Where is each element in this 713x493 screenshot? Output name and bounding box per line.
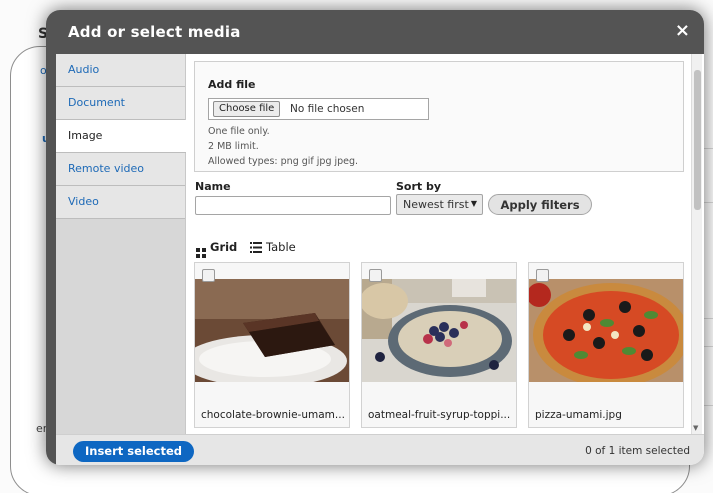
file-status-text: No file chosen xyxy=(290,103,365,115)
media-select-checkbox[interactable] xyxy=(369,269,382,282)
upload-help-text: 2 MB limit. xyxy=(208,141,259,152)
media-filename: oatmeal-fruit-syrup-toppi... xyxy=(368,409,511,421)
scroll-down-icon[interactable]: ▼ xyxy=(693,424,698,432)
media-library-content: Add file Choose file No file chosen One … xyxy=(186,54,691,434)
sort-by-value: Newest first xyxy=(403,198,469,211)
table-view-label: Table xyxy=(266,240,296,254)
add-file-label: Add file xyxy=(208,78,256,91)
media-thumbnail xyxy=(362,279,516,382)
media-type-tabs: Audio Document Image Remote video Video xyxy=(56,54,187,434)
scrollbar-thumb[interactable] xyxy=(694,70,701,210)
media-item[interactable]: oatmeal-fruit-syrup-toppi... xyxy=(361,262,517,428)
selection-count: 0 of 1 item selected xyxy=(585,445,690,457)
dropdown-arrow-icon: ▼ xyxy=(470,199,477,208)
media-library-dialog: Add or select media × Audio Document Ima… xyxy=(46,10,704,465)
media-thumbnail xyxy=(195,279,349,382)
dialog-title: Add or select media xyxy=(68,23,241,41)
table-view-toggle[interactable]: Table xyxy=(250,240,296,254)
media-thumbnail xyxy=(529,279,683,382)
dialog-footer: Insert selected 0 of 1 item selected xyxy=(56,434,704,465)
media-select-checkbox[interactable] xyxy=(202,269,215,282)
name-filter-input[interactable] xyxy=(195,196,391,215)
name-filter-label: Name xyxy=(195,180,231,193)
choose-file-button[interactable]: Choose file xyxy=(213,101,281,117)
apply-filters-button[interactable]: Apply filters xyxy=(488,194,592,215)
sort-by-select[interactable]: Newest first ▼ xyxy=(396,194,483,215)
tab-audio[interactable]: Audio xyxy=(56,54,185,87)
media-item[interactable]: chocolate-brownie-umam... xyxy=(194,262,350,428)
upload-help-text: Allowed types: png gif jpg jpeg. xyxy=(208,156,359,167)
grid-view-label: Grid xyxy=(210,240,238,254)
tab-document[interactable]: Document xyxy=(56,87,185,120)
add-file-form: Add file Choose file No file chosen One … xyxy=(194,61,684,172)
grid-icon xyxy=(196,248,206,258)
tab-remote-video[interactable]: Remote video xyxy=(56,153,185,186)
dialog-left-edge xyxy=(46,54,56,465)
tab-video[interactable]: Video xyxy=(56,186,185,219)
media-item[interactable]: pizza-umami.jpg xyxy=(528,262,684,428)
insert-selected-button[interactable]: Insert selected xyxy=(73,441,194,462)
sort-by-label: Sort by xyxy=(396,180,442,193)
content-scrollbar[interactable]: ▼ xyxy=(691,54,702,434)
media-filename: chocolate-brownie-umam... xyxy=(201,409,345,421)
page: Sa ont um en Add or select media × Audio… xyxy=(0,0,713,493)
dialog-header: Add or select media × xyxy=(46,10,704,54)
close-icon[interactable]: × xyxy=(675,22,690,40)
upload-help-text: One file only. xyxy=(208,126,270,137)
table-list-icon xyxy=(250,242,262,253)
media-select-checkbox[interactable] xyxy=(536,269,549,282)
grid-view-toggle[interactable]: Grid xyxy=(196,240,237,258)
media-filename: pizza-umami.jpg xyxy=(535,409,622,421)
tab-image[interactable]: Image xyxy=(56,120,187,153)
file-upload-input[interactable]: Choose file No file chosen xyxy=(208,98,429,120)
